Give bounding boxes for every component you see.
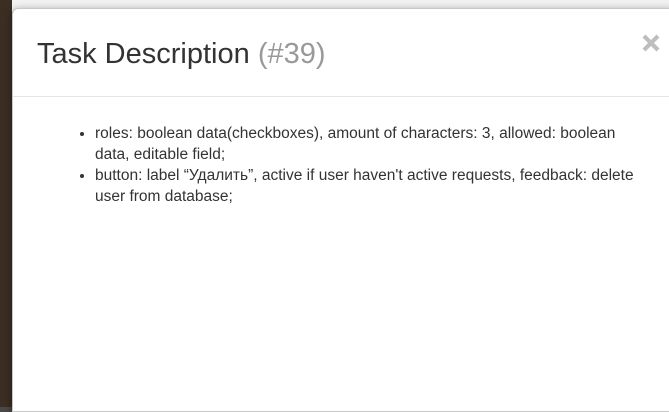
background-page-left: [0, 0, 12, 407]
task-id: (#39): [257, 38, 326, 70]
task-description-modal: Task Description (#39) roles: boolean da…: [12, 8, 669, 412]
close-button[interactable]: [639, 31, 663, 55]
list-item: button: label “Удалить”, active if user …: [95, 165, 653, 207]
modal-title: Task Description (#39): [37, 36, 326, 72]
close-icon: [642, 34, 660, 52]
list-item: roles: boolean data(checkboxes), amount …: [95, 123, 653, 165]
modal-body: roles: boolean data(checkboxes), amount …: [13, 97, 669, 207]
modal-header: Task Description (#39): [13, 9, 669, 97]
description-list: roles: boolean data(checkboxes), amount …: [75, 123, 653, 207]
modal-title-text: Task Description: [37, 38, 250, 70]
